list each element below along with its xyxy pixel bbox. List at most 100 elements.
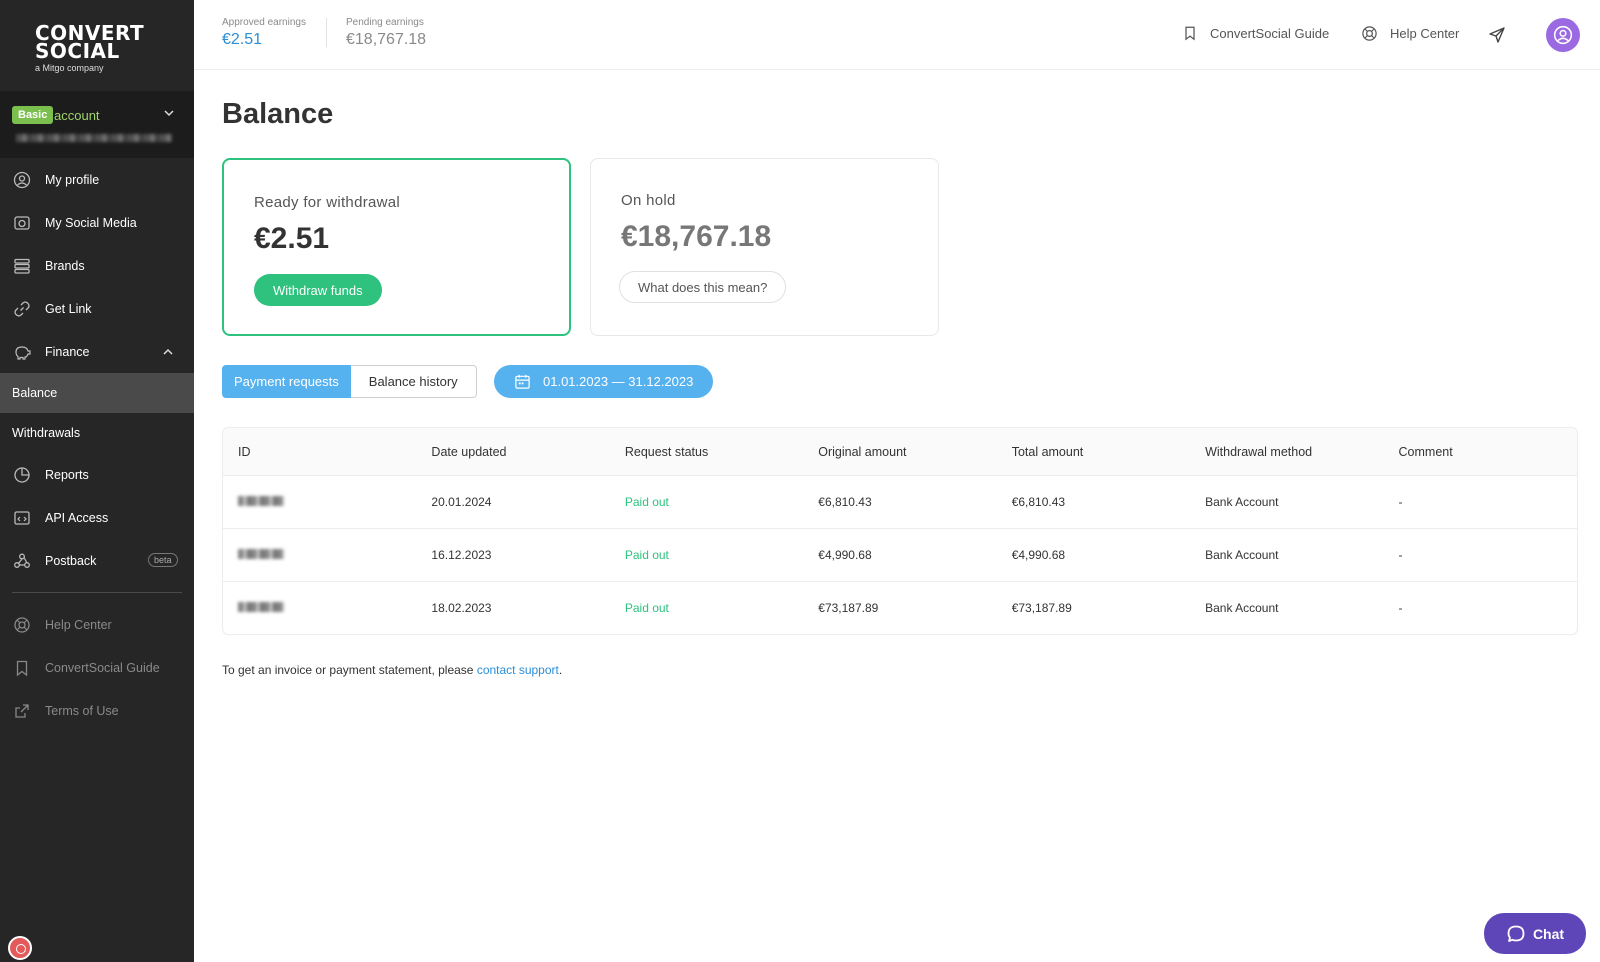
notification-status-icon[interactable] [8, 936, 32, 960]
account-label: account [54, 108, 100, 123]
sidebar-item-terms-of-use[interactable]: Terms of Use [0, 689, 194, 732]
logo-tagline: a Mitgo company [35, 63, 104, 73]
date-range-label: 01.01.2023 — 31.12.2023 [543, 374, 694, 389]
footnote-text: To get an invoice or payment statement, … [222, 663, 477, 677]
sidebar-item-my-profile[interactable]: My profile [0, 158, 194, 201]
sidebar-subitem-label: Withdrawals [12, 426, 81, 440]
camera-icon [14, 216, 30, 230]
on-hold-label: On hold [621, 192, 676, 209]
chevron-down-icon [164, 110, 174, 117]
column-header-total-amount: Total amount [1011, 444, 1084, 459]
cell-id [223, 601, 416, 615]
sidebar-item-api-access[interactable]: API Access [0, 496, 194, 539]
sidebar: CONVERT SOCIAL a Mitgo company Basic acc… [0, 0, 194, 962]
date-range-picker[interactable]: 01.01.2023 — 31.12.2023 [494, 365, 714, 398]
sidebar-subitem-withdrawals[interactable]: Withdrawals [0, 413, 194, 453]
tab-payment-requests[interactable]: Payment requests [222, 365, 351, 398]
cell-total-amount: €73,187.89 [1011, 601, 1072, 615]
cell-method: Bank Account [1205, 601, 1279, 615]
cell-comment: - [1398, 548, 1403, 562]
sidebar-item-label: Terms of Use [45, 703, 119, 718]
what-does-this-mean-button[interactable]: What does this mean? [619, 271, 787, 303]
webhook-icon [14, 553, 30, 568]
bookmark-icon [1185, 26, 1195, 41]
pending-earnings-label: Pending earnings [346, 17, 424, 28]
on-hold-card: On hold €18,767.18 What does this mean? [590, 158, 939, 336]
top-header: Approved earnings €2.51 Pending earnings… [194, 0, 1600, 70]
page-title: Balance [222, 98, 334, 130]
view-tabs: Payment requests Balance history [222, 365, 477, 398]
column-header-id: ID [238, 444, 251, 459]
account-switcher[interactable]: Basic account [0, 91, 194, 158]
sidebar-item-label: Finance [45, 344, 90, 359]
sidebar-item-help-center[interactable]: Help Center [0, 603, 194, 646]
plan-badge: Basic [12, 106, 54, 124]
column-header-comment: Comment [1398, 444, 1453, 459]
column-header-request-status: Request status [624, 444, 709, 459]
cell-comment: - [1398, 601, 1403, 615]
approved-earnings-value: €2.51 [222, 31, 263, 48]
approved-earnings-label: Approved earnings [222, 17, 306, 28]
sidebar-item-label: Brands [45, 258, 85, 273]
pending-earnings-value: €18,767.18 [346, 31, 427, 48]
logo[interactable]: CONVERT SOCIAL a Mitgo company [35, 23, 165, 73]
sidebar-subitem-label: Balance [12, 386, 58, 400]
redacted-id [238, 549, 284, 559]
lifebuoy-icon [1362, 26, 1377, 41]
user-circle-icon [1553, 25, 1573, 45]
sidebar-subitem-balance[interactable]: Balance [0, 373, 194, 413]
sidebar-item-postback[interactable]: Postback beta [0, 539, 194, 582]
sidebar-item-brands[interactable]: Brands [0, 244, 194, 287]
withdraw-funds-button[interactable]: Withdraw funds [254, 274, 382, 306]
chat-bubble-icon [1507, 925, 1525, 942]
earnings-divider [326, 18, 327, 47]
sidebar-item-label: ConvertSocial Guide [45, 660, 160, 675]
piggy-bank-icon [15, 346, 31, 360]
lifebuoy-icon [14, 617, 30, 633]
code-icon [14, 511, 30, 525]
table-row[interactable]: 16.12.2023 Paid out €4,990.68 €4,990.68 … [223, 528, 1577, 581]
sidebar-item-label: My Social Media [45, 215, 137, 230]
table-row[interactable]: 18.02.2023 Paid out €73,187.89 €73,187.8… [223, 581, 1577, 634]
sidebar-item-reports[interactable]: Reports [0, 453, 194, 496]
avatar[interactable] [1546, 18, 1580, 52]
sidebar-item-label: Reports [45, 467, 89, 482]
tab-balance-history[interactable]: Balance history [350, 365, 477, 398]
sidebar-item-get-link[interactable]: Get Link [0, 287, 194, 330]
payment-requests-table: ID Date updated Request status Original … [222, 427, 1578, 635]
pie-chart-icon [14, 467, 30, 483]
header-guide-label: ConvertSocial Guide [1210, 25, 1330, 41]
ready-label: Ready for withdrawal [254, 194, 401, 211]
sidebar-item-label: Help Center [45, 617, 112, 632]
chat-button[interactable]: Chat [1484, 913, 1586, 954]
cell-original-amount: €73,187.89 [818, 601, 879, 615]
chat-label: Chat [1532, 925, 1565, 942]
cell-status: Paid out [624, 495, 669, 509]
column-header-original-amount: Original amount [818, 444, 907, 459]
table-row[interactable]: 20.01.2024 Paid out €6,810.43 €6,810.43 … [223, 475, 1577, 528]
cell-original-amount: €4,990.68 [818, 548, 872, 562]
beta-badge: beta [148, 553, 178, 567]
cell-original-amount: €6,810.43 [818, 495, 872, 509]
header-guide-link[interactable]: ConvertSocial Guide [1182, 25, 1329, 41]
sidebar-item-finance[interactable]: Finance [0, 330, 194, 373]
cell-id [223, 495, 416, 509]
chevron-up-icon [163, 348, 173, 355]
on-hold-amount: €18,767.18 [621, 220, 772, 253]
account-email-redacted [16, 134, 172, 142]
cell-method: Bank Account [1205, 548, 1279, 562]
cell-total-amount: €6,810.43 [1011, 495, 1066, 509]
external-link-icon [15, 704, 29, 718]
column-header-withdrawal-method: Withdrawal method [1205, 444, 1313, 459]
column-header-date-updated: Date updated [431, 444, 507, 459]
sidebar-item-my-social-media[interactable]: My Social Media [0, 201, 194, 244]
sidebar-item-label: API Access [45, 510, 109, 525]
sidebar-item-convertsocial-guide[interactable]: ConvertSocial Guide [0, 646, 194, 689]
contact-support-link[interactable]: contact support [477, 663, 559, 677]
redacted-id [238, 602, 284, 612]
header-help-link[interactable]: Help Center [1361, 25, 1459, 42]
send-icon[interactable] [1488, 26, 1506, 44]
sidebar-item-label: My profile [45, 172, 100, 187]
approved-earnings: Approved earnings €2.51 [222, 17, 306, 49]
link-icon [14, 301, 30, 317]
